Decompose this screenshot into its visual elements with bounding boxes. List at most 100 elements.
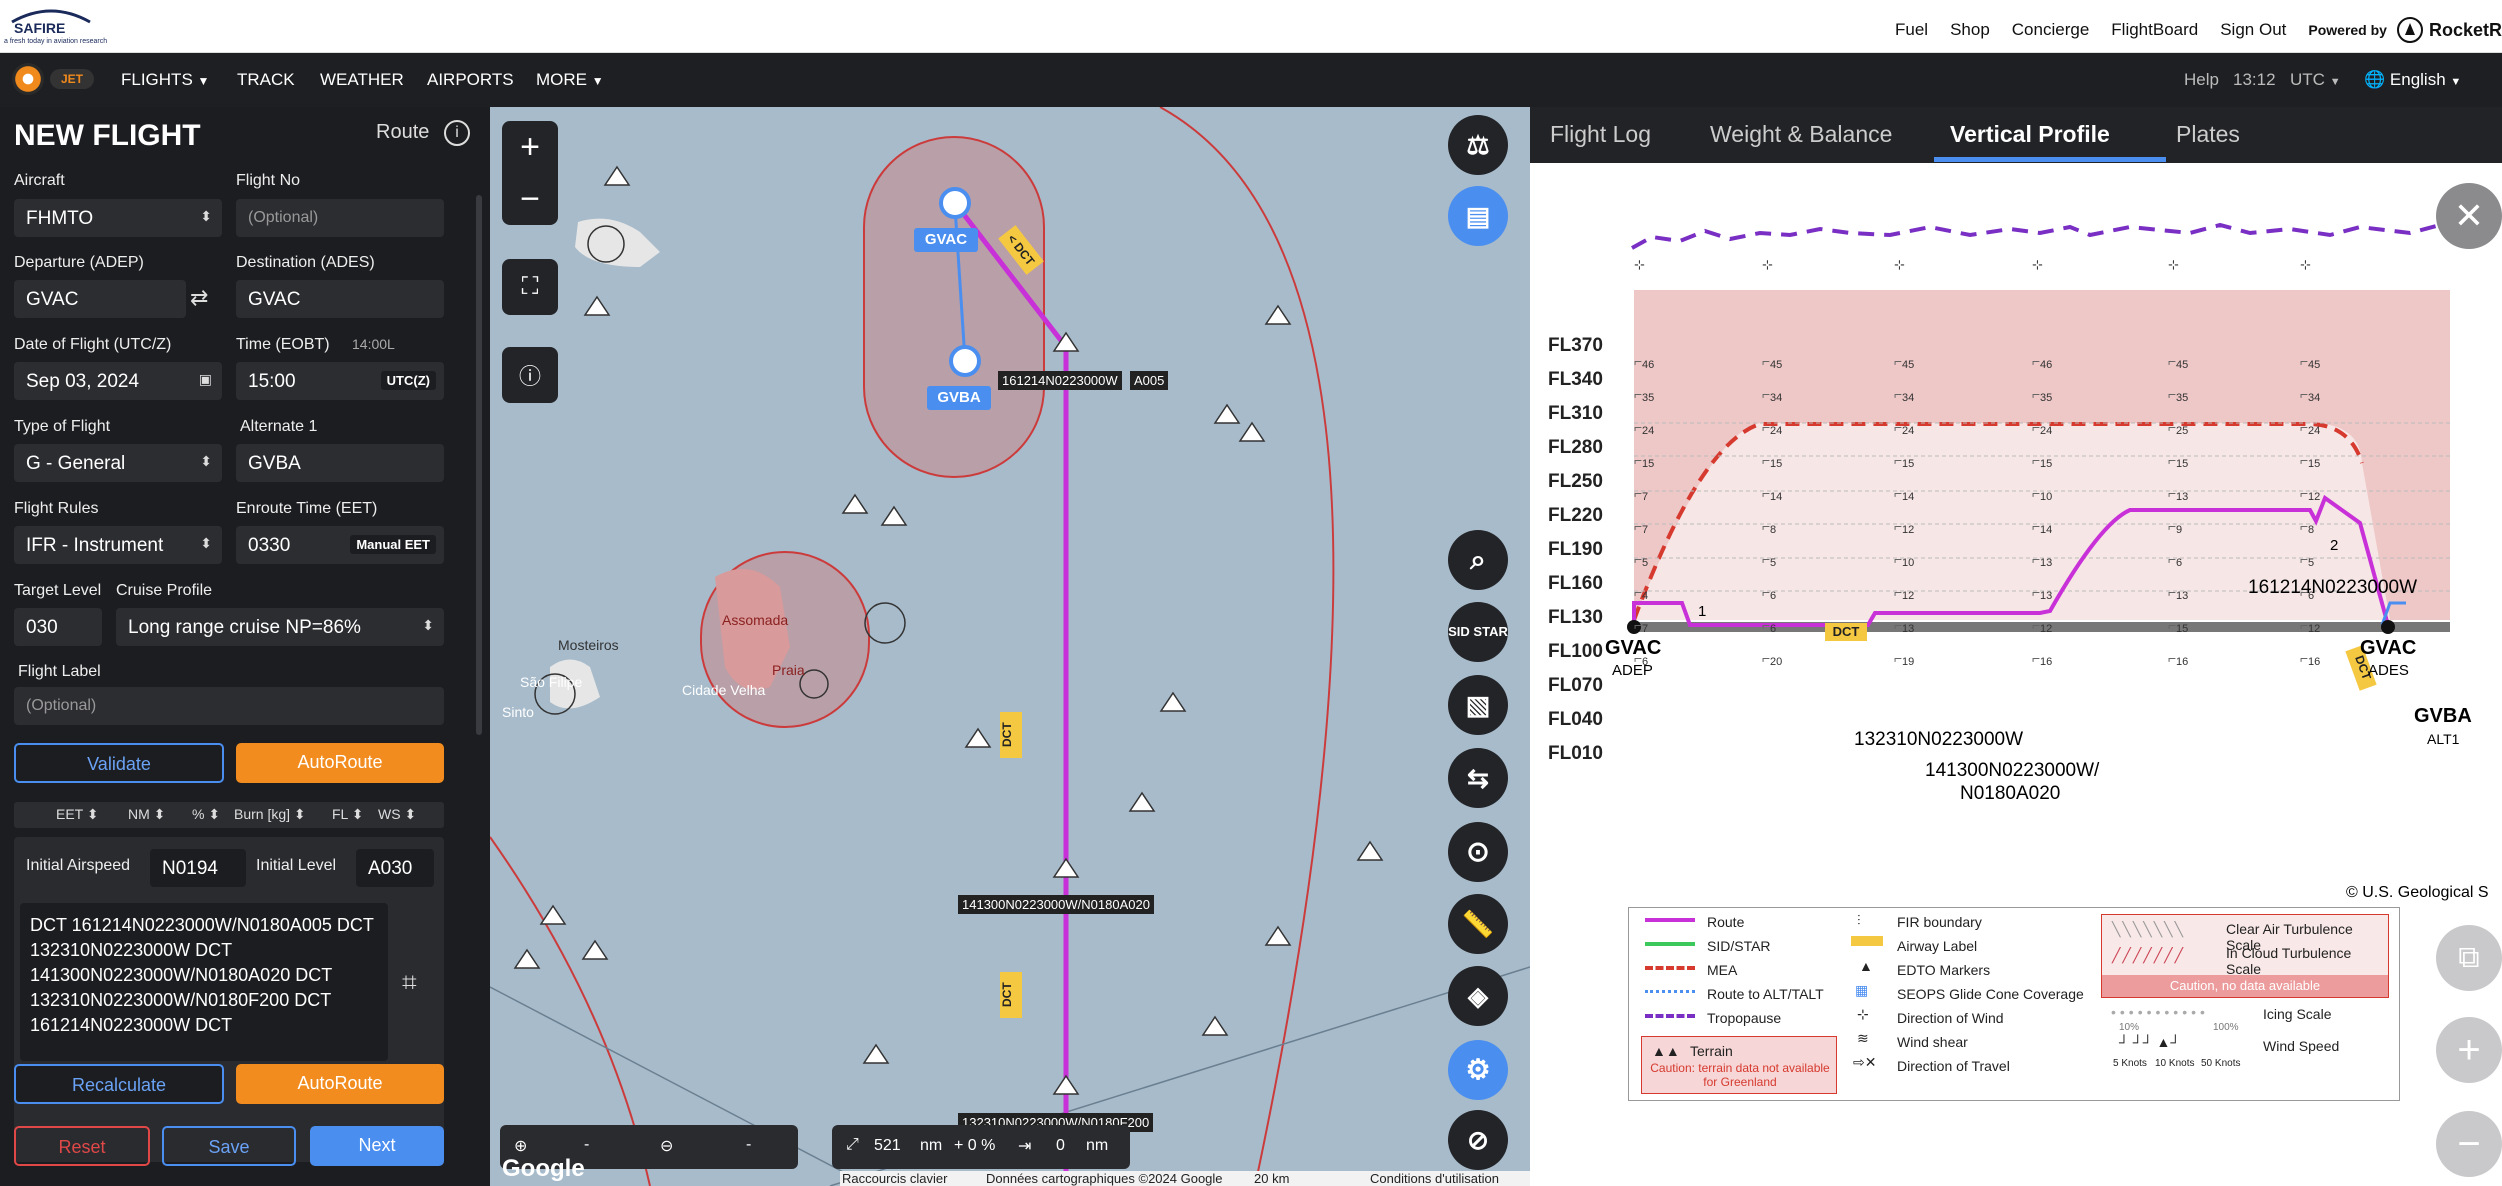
- map-route-icon[interactable]: ⌗: [402, 967, 417, 999]
- nav-flights[interactable]: FLIGHTS ▼: [121, 70, 209, 90]
- attr-terms[interactable]: Conditions d'utilisation: [1370, 1171, 1499, 1186]
- jet-logo[interactable]: JET: [10, 61, 94, 97]
- wind-speed-value: 45: [1902, 359, 1915, 371]
- profile-panel: Flight Log Weight & Balance Vertical Pro…: [1530, 107, 2502, 1186]
- column-eet[interactable]: EET ⬍: [56, 806, 99, 823]
- arr-marker[interactable]: [2381, 620, 2395, 634]
- link-flightboard[interactable]: FlightBoard: [2111, 20, 2198, 40]
- fullscreen-icon[interactable]: ⛶: [502, 259, 558, 315]
- rules-select[interactable]: IFR - Instrument ⬍: [14, 526, 222, 564]
- chart-map-icon[interactable]: ▧: [1448, 675, 1508, 735]
- autoroute-button[interactable]: AutoRoute: [236, 743, 444, 783]
- route-swap-icon[interactable]: ⇆: [1448, 748, 1508, 808]
- waypoint-label[interactable]: 161214N0223000W: [998, 371, 1122, 390]
- info-icon[interactable]: ⓘ: [502, 347, 558, 403]
- tab-flight-log[interactable]: Flight Log: [1550, 121, 1651, 148]
- panel-scrollbar[interactable]: [476, 195, 482, 735]
- nav-more[interactable]: MORE ▼: [536, 70, 604, 90]
- column-fl[interactable]: FL ⬍: [332, 806, 363, 823]
- flight-label-input[interactable]: (Optional): [14, 687, 444, 725]
- date-input[interactable]: Sep 03, 2024 ▣: [14, 362, 222, 400]
- wind-barb-icon: ⌐: [1894, 650, 1903, 666]
- departure-input[interactable]: GVAC: [14, 280, 186, 318]
- save-button[interactable]: Save: [162, 1126, 296, 1166]
- tab-plates[interactable]: Plates: [2176, 121, 2240, 148]
- wind-barb-icon: ⌐: [2168, 518, 2177, 534]
- zoom-out-button[interactable]: −: [502, 173, 558, 225]
- nav-weather[interactable]: WEATHER: [320, 70, 404, 90]
- airspeed-label: Initial Airspeed: [26, 857, 131, 874]
- column-pct[interactable]: % ⬍: [192, 806, 220, 823]
- nav-help[interactable]: Help: [2184, 70, 2219, 90]
- column-burn[interactable]: Burn [kg] ⬍: [234, 806, 306, 823]
- route-map[interactable]: GVAC GVBA < DCT DCT DCT 161214N0223000W …: [490, 107, 1530, 1186]
- profile-point: N0180A020: [1960, 783, 2061, 804]
- safire-logo[interactable]: SAFIRE a fresh today in aviation researc…: [4, 4, 107, 50]
- waypoint-label[interactable]: 141300N0223000W/N0180A020: [958, 895, 1154, 914]
- type-select[interactable]: G - General ⬍: [14, 444, 222, 482]
- column-nm[interactable]: NM ⬍: [128, 806, 165, 823]
- autoroute-button-2[interactable]: AutoRoute: [236, 1064, 444, 1104]
- airport-label-gvac[interactable]: GVAC: [914, 228, 978, 252]
- attr-shortcuts[interactable]: Raccourcis clavier: [842, 1171, 947, 1186]
- swap-icon[interactable]: ⇄: [190, 285, 208, 311]
- dep-label: GVAC: [1605, 637, 1662, 659]
- visibility-off-icon[interactable]: ⊘: [1448, 1110, 1508, 1170]
- globe-icon[interactable]: ⊕: [514, 1136, 527, 1156]
- info-icon[interactable]: i: [444, 120, 470, 146]
- target-icon[interactable]: ⊙: [1448, 822, 1508, 882]
- ruler-icon[interactable]: 📏: [1448, 894, 1508, 954]
- link-sign-out[interactable]: Sign Out: [2220, 20, 2286, 40]
- layer-icon[interactable]: ⊖: [660, 1136, 673, 1156]
- search-icon[interactable]: ⌕: [1448, 530, 1508, 590]
- zoom-minus-icon[interactable]: −: [2436, 1111, 2502, 1177]
- caret-down-icon: ▼: [2450, 76, 2462, 88]
- link-fuel[interactable]: Fuel: [1895, 20, 1928, 40]
- nav-timezone[interactable]: UTC ▼: [2290, 70, 2341, 90]
- tab-weight-balance[interactable]: Weight & Balance: [1710, 121, 1892, 148]
- layers-icon[interactable]: ◈: [1448, 966, 1508, 1026]
- target-input[interactable]: 030: [14, 608, 102, 646]
- scale-icon[interactable]: ⚖: [1448, 115, 1508, 175]
- gear-icon[interactable]: ⚙: [1448, 1040, 1508, 1100]
- wind-speed-value: 19: [1902, 656, 1915, 668]
- open-external-icon[interactable]: ⧉: [2436, 925, 2502, 991]
- flight-level-label: FL220: [1548, 505, 1603, 526]
- next-button[interactable]: Next: [310, 1126, 444, 1166]
- sid-star-button[interactable]: SID STAR: [1448, 602, 1508, 662]
- gvac-airport-icon[interactable]: [939, 187, 971, 219]
- gvba-airport-icon[interactable]: [949, 345, 981, 377]
- recalculate-button[interactable]: Recalculate: [14, 1064, 224, 1104]
- column-ws[interactable]: WS ⬍: [378, 806, 416, 823]
- airspeed-input[interactable]: N0194: [150, 849, 246, 887]
- close-icon[interactable]: ✕: [2436, 183, 2502, 249]
- cruise-select[interactable]: Long range cruise NP=86% ⬍: [116, 608, 444, 646]
- level-input[interactable]: A030: [356, 849, 434, 887]
- nav-airports[interactable]: AIRPORTS: [427, 70, 514, 90]
- wind-speed-value: 12: [2040, 623, 2053, 635]
- destination-input[interactable]: GVAC: [236, 280, 444, 318]
- reset-button[interactable]: Reset: [14, 1126, 150, 1166]
- nav-track[interactable]: TRACK: [237, 70, 295, 90]
- flightno-input[interactable]: (Optional): [236, 199, 444, 237]
- eet-mode-badge[interactable]: Manual EET: [350, 535, 436, 554]
- link-shop[interactable]: Shop: [1950, 20, 1990, 40]
- time-input[interactable]: 15:00 UTC(Z): [236, 362, 444, 400]
- waypoint-label[interactable]: A005: [1130, 371, 1169, 390]
- eet-input[interactable]: 0330 Manual EET: [236, 526, 444, 564]
- tray-icon[interactable]: ▤: [1448, 186, 1508, 246]
- alternate-input[interactable]: GVBA: [236, 444, 444, 482]
- zoom-in-button[interactable]: +: [502, 121, 558, 173]
- tab-vertical-profile[interactable]: Vertical Profile: [1950, 121, 2110, 148]
- nav-language[interactable]: 🌐 English ▼: [2364, 70, 2461, 90]
- powered-by-brand[interactable]: RocketR: [2429, 20, 2502, 41]
- utc-toggle[interactable]: UTC(Z): [380, 371, 436, 390]
- zoom-plus-icon[interactable]: +: [2436, 1017, 2502, 1083]
- route-textarea[interactable]: DCT 161214N0223000W/N0180A005 DCT 132310…: [20, 903, 388, 1061]
- vor-icon: [864, 602, 906, 644]
- legend-tropo-swatch: [1645, 1014, 1695, 1018]
- validate-button[interactable]: Validate: [14, 743, 224, 783]
- airport-label-gvba[interactable]: GVBA: [927, 386, 991, 410]
- aircraft-select[interactable]: FHMTO ⬍: [14, 199, 222, 237]
- link-concierge[interactable]: Concierge: [2012, 20, 2090, 40]
